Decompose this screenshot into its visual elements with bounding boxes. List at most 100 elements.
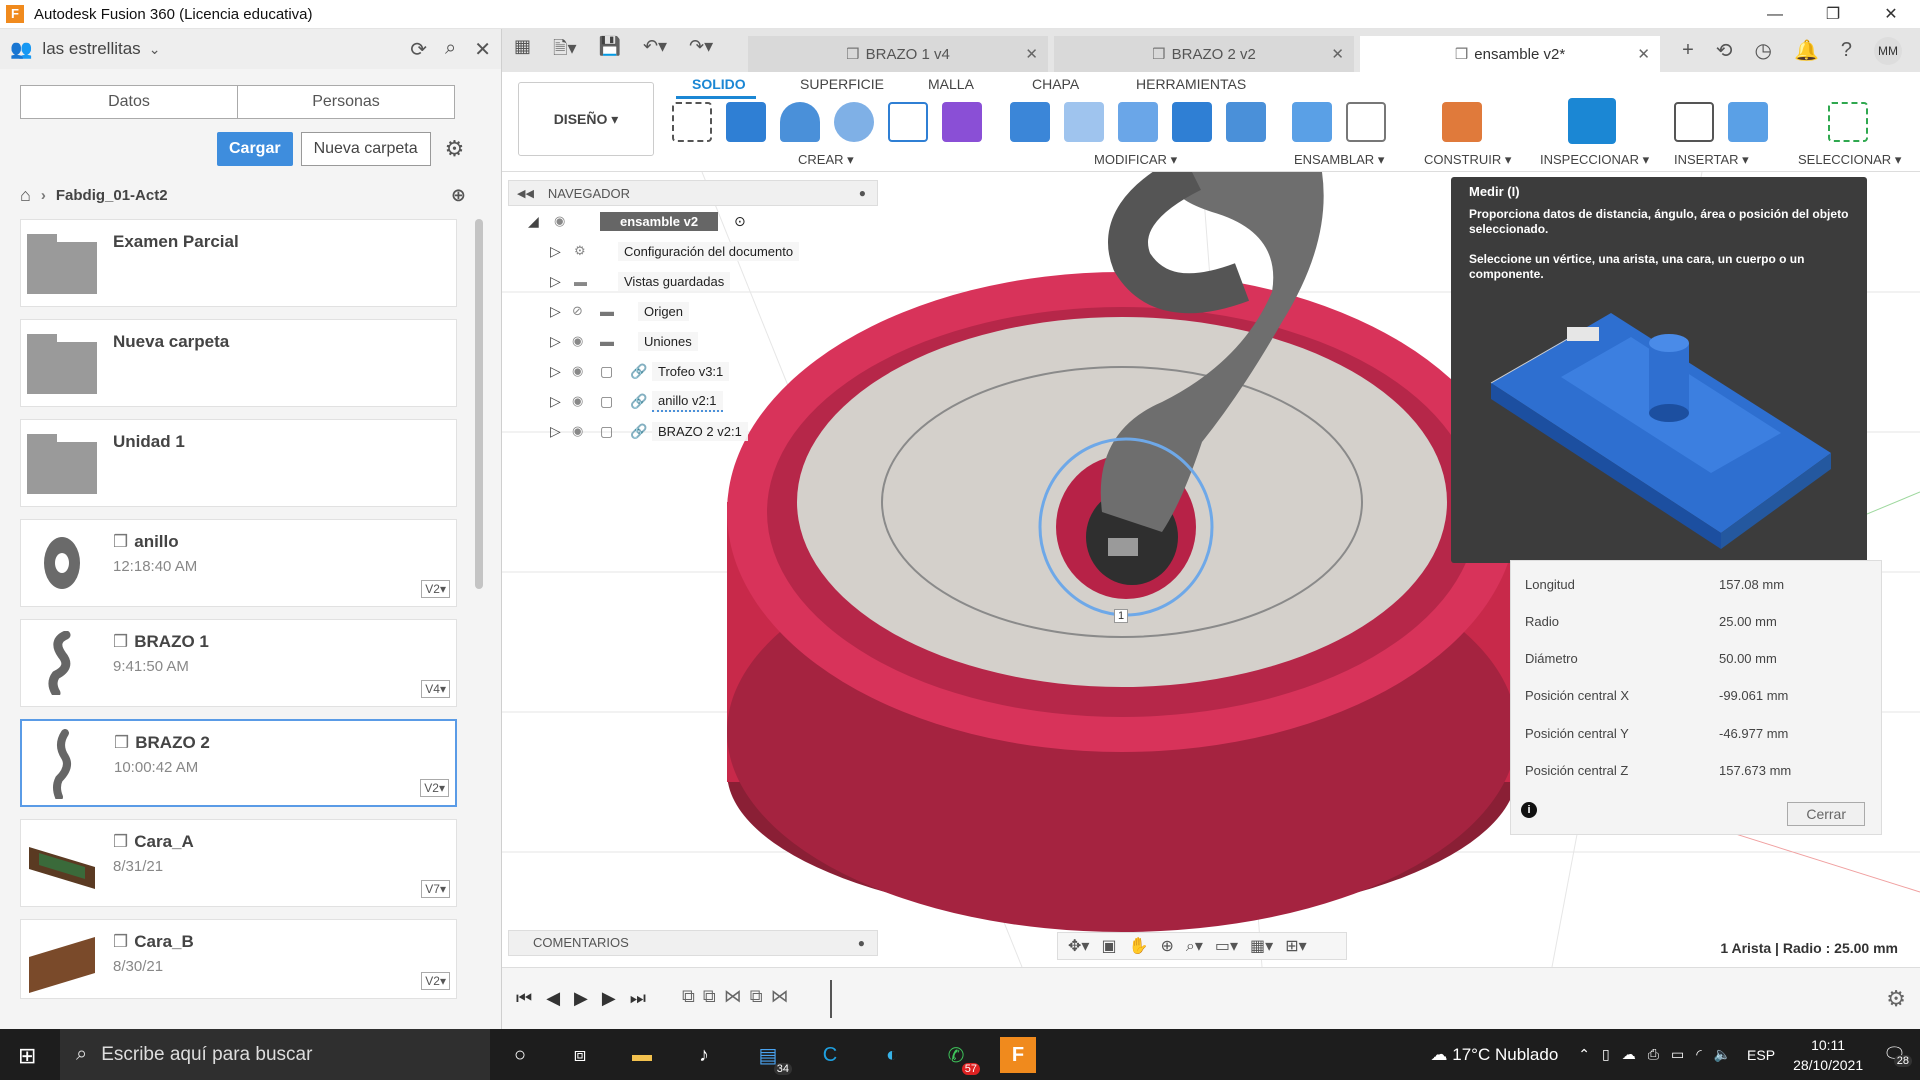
printer-icon[interactable]: ⎙ (1648, 1046, 1659, 1063)
collapse-icon[interactable]: ◀◀ (517, 187, 534, 200)
bell-icon[interactable]: 🔔 (1794, 38, 1819, 63)
eye-hidden-icon[interactable]: ⊘ (572, 303, 583, 319)
list-item[interactable]: ❒ Cara_B 8/30/21 V2▾ (20, 919, 457, 999)
tree-item[interactable]: ▷ ◉ ▢ 🔗 anillo v2:1 (508, 386, 878, 416)
group-ensamblar[interactable]: ENSAMBLAR ▾ (1294, 152, 1384, 168)
skip-end-icon[interactable]: ⏭ (630, 988, 646, 1009)
info-icon[interactable]: i (1521, 802, 1537, 818)
save-icon[interactable]: 💾 (599, 36, 621, 66)
expand-arrow-icon[interactable]: ▷ (550, 333, 561, 350)
close-measure-button[interactable]: Cerrar (1787, 802, 1865, 826)
globe-icon[interactable]: ⊕ (451, 185, 466, 206)
edge-icon[interactable]: ◐ (874, 1037, 910, 1073)
root-label[interactable]: ensamble v2 (600, 211, 719, 231)
pattern-icon[interactable] (888, 102, 928, 142)
collapse-triangle-icon[interactable]: ◢ (528, 213, 539, 230)
tree-item[interactable]: ▷ ◉ ▬ Uniones (508, 326, 878, 356)
whatsapp-icon[interactable]: ✆ 57 (938, 1037, 980, 1075)
version-dropdown[interactable]: V2▾ (421, 580, 450, 598)
cortana-icon[interactable]: ○ (502, 1037, 538, 1073)
construct-plane-icon[interactable] (1442, 102, 1482, 142)
minimize-button[interactable]: — (1746, 0, 1804, 29)
expand-arrow-icon[interactable]: ▷ (550, 423, 561, 440)
step-forward-icon[interactable]: ▶ (602, 988, 616, 1009)
tab-solido[interactable]: SOLIDO (692, 76, 746, 92)
expand-arrow-icon[interactable]: ▷ (550, 363, 561, 380)
activate-radio-icon[interactable]: ⊙ (734, 213, 746, 230)
chevron-down-icon[interactable]: ⌄ (149, 41, 161, 58)
joint-icon[interactable] (1346, 102, 1386, 142)
group-insertar[interactable]: INSERTAR ▾ (1674, 152, 1749, 168)
windows-start-icon[interactable]: ⊞ (18, 1043, 36, 1069)
list-item[interactable]: Unidad 1 (20, 419, 457, 507)
eye-icon[interactable]: ◉ (554, 213, 565, 229)
tab-ensamble[interactable]: ❒ ensamble v2* ✕ (1360, 36, 1660, 72)
group-construir[interactable]: CONSTRUIR ▾ (1424, 152, 1511, 168)
avatar[interactable]: MM (1874, 36, 1902, 65)
eye-icon[interactable]: ◉ (572, 393, 583, 409)
pin-icon[interactable]: ● (859, 186, 866, 200)
maximize-button[interactable]: ❐ (1804, 0, 1862, 29)
skip-start-icon[interactable]: ⏮ (516, 988, 532, 1009)
job-status-icon[interactable]: ◷ (1755, 38, 1772, 63)
revolve-icon[interactable] (780, 102, 820, 142)
scrollbar[interactable] (475, 219, 483, 589)
workspace-selector[interactable]: DISEÑO ▾ (518, 82, 654, 156)
grid-menu-icon[interactable]: ▦ (514, 36, 531, 66)
eye-icon[interactable]: ◉ (572, 333, 583, 349)
play-icon[interactable]: ▶ (574, 988, 588, 1009)
grid-settings-icon[interactable]: ▦▾ (1250, 936, 1273, 956)
expand-arrow-icon[interactable]: ▷ (550, 303, 561, 320)
cortana-app-icon[interactable]: C (812, 1037, 848, 1073)
tree-item[interactable]: ▷ ▬ Vistas guardadas (508, 266, 878, 296)
taskbar-search[interactable]: ⌕ Escribe aquí para buscar (60, 1029, 490, 1080)
redo-icon[interactable]: ↷▾ (689, 36, 713, 66)
group-crear[interactable]: CREAR ▾ (798, 152, 854, 168)
close-window-button[interactable]: ✕ (1862, 0, 1920, 29)
chamfer-icon[interactable] (1118, 102, 1158, 142)
list-item[interactable]: ❒ Cara_A 8/31/21 V7▾ (20, 819, 457, 907)
eye-icon[interactable]: ◉ (572, 363, 583, 379)
tab-brazo-1[interactable]: ❒ BRAZO 1 v4 ✕ (748, 36, 1048, 72)
tab-herramientas[interactable]: HERRAMIENTAS (1136, 76, 1246, 92)
expand-arrow-icon[interactable]: ▷ (550, 243, 561, 260)
volume-icon[interactable]: 🔈 (1714, 1046, 1731, 1063)
tree-root[interactable]: ◢ ◉ ensamble v2 ⊙ (508, 206, 878, 236)
zoom-icon[interactable]: ⊕ (1160, 936, 1173, 956)
new-tab-icon[interactable]: + (1682, 39, 1694, 62)
fusion-taskbar-icon[interactable]: F (1000, 1037, 1036, 1073)
list-item[interactable]: ❒ anillo 12:18:40 AM V2▾ (20, 519, 457, 607)
tree-item[interactable]: ▷ ◉ ▢ 🔗 BRAZO 2 v2:1 (508, 416, 878, 446)
timeline-marker[interactable] (830, 980, 832, 1018)
device-icon[interactable]: ▯ (1602, 1046, 1610, 1063)
version-dropdown[interactable]: V2▾ (420, 779, 449, 797)
measure-icon[interactable] (1568, 98, 1616, 144)
notification-icon[interactable]: 🗨 28 (1883, 1044, 1912, 1067)
orbit-icon[interactable]: ✥▾ (1068, 936, 1089, 956)
extrude-icon[interactable] (726, 102, 766, 142)
fit-icon[interactable]: ⌕▾ (1186, 936, 1203, 956)
file-icon[interactable]: 🗎▾ (553, 36, 577, 66)
tab-brazo-2[interactable]: ❒ BRAZO 2 v2 ✕ (1054, 36, 1354, 72)
timeline-feature-icon[interactable]: ⧉ (682, 986, 695, 1007)
chevron-up-icon[interactable]: ⌃ (1578, 1046, 1590, 1063)
tree-item[interactable]: ▷ ⊘ ▬ Origen (508, 296, 878, 326)
version-dropdown[interactable]: V4▾ (421, 680, 450, 698)
expand-arrow-icon[interactable]: ▷ (550, 273, 561, 290)
weather-widget[interactable]: ☁ 17°C Nublado (1431, 1045, 1559, 1065)
viewports-icon[interactable]: ⊞▾ (1285, 936, 1306, 956)
select-icon[interactable] (1828, 102, 1868, 142)
step-back-icon[interactable]: ◀ (546, 988, 560, 1009)
tab-chapa[interactable]: CHAPA (1032, 76, 1079, 92)
close-icon[interactable]: ✕ (474, 37, 491, 62)
timeline-joint-icon[interactable]: ⋈ (724, 986, 742, 1007)
extensions-icon[interactable]: ⟲ (1716, 38, 1733, 63)
create-form-icon[interactable] (942, 102, 982, 142)
version-dropdown[interactable]: V7▾ (421, 880, 450, 898)
close-icon[interactable]: ✕ (1331, 45, 1344, 63)
close-icon[interactable]: ✕ (1637, 45, 1650, 63)
tab-superficie[interactable]: SUPERFICIE (800, 76, 884, 92)
battery-icon[interactable]: ▭ (1671, 1046, 1684, 1063)
tab-malla[interactable]: MALLA (928, 76, 974, 92)
list-item-selected[interactable]: ❒ BRAZO 2 10:00:42 AM V2▾ (20, 719, 457, 807)
